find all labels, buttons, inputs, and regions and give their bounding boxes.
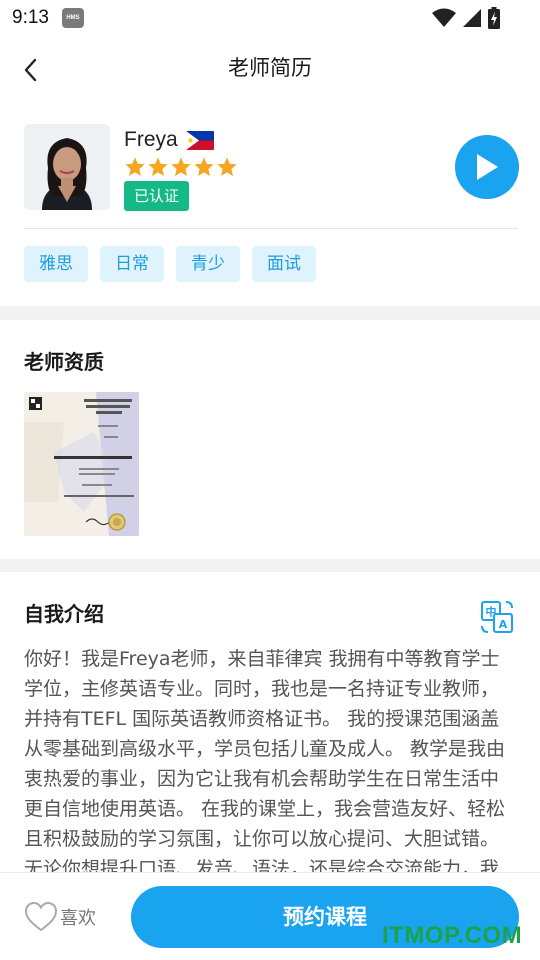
status-icons (432, 7, 500, 29)
status-time: 9:13 (12, 7, 49, 28)
wifi-icon (432, 8, 456, 27)
translate-button[interactable]: 中 A (480, 600, 514, 634)
qualifications-title: 老师资质 (24, 350, 104, 374)
philippines-flag-icon (185, 130, 214, 150)
cellular-signal-icon (463, 9, 481, 27)
teacher-profile-card: Freya 已认证 雅思 日常 青少 面试 (0, 102, 540, 306)
page-title: 老师简历 (228, 56, 312, 80)
star-icon (148, 157, 168, 176)
heart-outline-icon (24, 901, 58, 932)
play-video-button[interactable] (455, 135, 519, 199)
tefl-certificate-image[interactable] (24, 392, 139, 536)
rating-stars (124, 156, 238, 178)
watermark: ITMOP.COM (382, 922, 523, 949)
tag-interview[interactable]: 面试 (252, 246, 316, 282)
star-icon (194, 157, 214, 176)
qualifications-section: 老师资质 (0, 320, 540, 560)
section-separator (0, 559, 540, 572)
teacher-avatar[interactable] (24, 124, 110, 210)
verified-badge: 已认证 (124, 181, 189, 211)
star-icon (171, 157, 191, 176)
section-separator (0, 306, 540, 320)
tag-youth[interactable]: 青少 (176, 246, 240, 282)
intro-text: 你好！我是Freya老师，来自菲律宾 我拥有中等教育学士学位，主修英语专业。同时… (24, 648, 506, 872)
tag-daily[interactable]: 日常 (100, 246, 164, 282)
divider (24, 228, 518, 229)
translate-icon: 中 A (481, 601, 513, 633)
like-button[interactable]: 喜欢 (24, 901, 96, 933)
like-label: 喜欢 (60, 908, 96, 929)
battery-charging-icon (488, 7, 500, 29)
teacher-name: Freya (124, 128, 178, 151)
self-introduction-section: 自我介绍 中 A 你好！我是Freya老师，来自菲律宾 我拥有中等教育学士学位，… (0, 572, 540, 872)
star-icon (217, 157, 237, 176)
status-bar: 9:13 HMS (0, 0, 540, 36)
name-row: Freya (124, 128, 214, 152)
teaching-tags: 雅思 日常 青少 面试 (24, 246, 316, 282)
play-icon (477, 154, 498, 180)
tag-ielts[interactable]: 雅思 (24, 246, 88, 282)
intro-title: 自我介绍 (24, 602, 104, 626)
navigation-bar: 老师简历 (0, 36, 540, 102)
hms-badge-icon: HMS (62, 8, 84, 28)
svg-text:A: A (499, 618, 508, 631)
star-icon (125, 157, 145, 176)
